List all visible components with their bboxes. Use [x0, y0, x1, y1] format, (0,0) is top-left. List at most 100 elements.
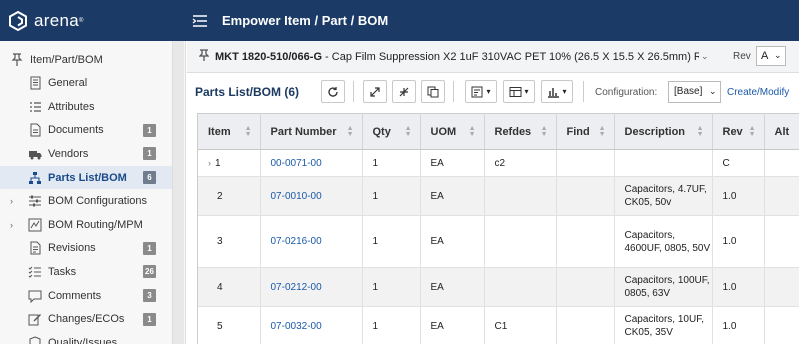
sidebar-item-item-part-bom[interactable]: Item/Part/BOM — [0, 48, 172, 71]
sort-icon[interactable]: ▲ ▼ — [469, 125, 476, 138]
sidebar-item-general[interactable]: General — [0, 72, 172, 95]
table-icon — [509, 86, 522, 97]
sort-icon[interactable]: ▲ ▼ — [245, 125, 252, 138]
sidebar-scrollbar[interactable] — [172, 41, 184, 344]
sidebar-item-label: Quality/Issues — [48, 336, 118, 344]
collapse-all-button[interactable] — [392, 80, 416, 103]
part-number-link[interactable]: 07-0032-00 — [271, 321, 322, 332]
expand-row-icon[interactable]: › — [208, 158, 211, 168]
sidebar-item-parts-list-bom[interactable]: Parts List/BOM 6 — [0, 166, 172, 189]
part-number-link[interactable]: 07-0010-00 — [271, 191, 322, 202]
cell-description — [614, 149, 713, 177]
cell-refdes: c2 — [484, 149, 557, 177]
cell-refdes — [484, 267, 557, 307]
page-title: Empower Item / Part / BOM — [222, 13, 389, 28]
sidebar-item-bom-routing-mpm[interactable]: › BOM Routing/MPM — [0, 213, 172, 236]
rev-label: Rev — [733, 51, 751, 62]
part-number-link[interactable]: 00-0071-00 — [271, 158, 322, 169]
cell-qty: 1 — [362, 176, 421, 216]
collapse-icon — [399, 87, 409, 96]
arena-logo[interactable]: arena ® — [0, 10, 180, 31]
cell-part-number: 07-0010-00 — [260, 176, 363, 216]
sidebar-item-quality-issues[interactable]: Quality/Issues — [0, 331, 172, 344]
cell-qty: 1 — [362, 306, 421, 344]
copy-button[interactable] — [421, 80, 445, 103]
sidebar-item-vendors[interactable]: Vendors 1 — [0, 142, 172, 165]
part-number-link[interactable]: 07-0212-00 — [271, 282, 322, 293]
settings-dropdown-button[interactable]: ▾ — [465, 80, 497, 103]
cell-find — [556, 306, 615, 344]
configuration-value: [Base] — [674, 86, 703, 97]
cell-qty: 1 — [362, 149, 421, 177]
sidebar-item-changes-ecos[interactable]: Changes/ECOs 1 — [0, 308, 172, 331]
comment-icon — [28, 289, 42, 303]
menu-toggle-icon[interactable] — [192, 11, 212, 31]
sort-icon[interactable]: ▲ ▼ — [697, 125, 704, 138]
route-icon — [28, 218, 42, 232]
file-icon — [28, 123, 42, 137]
cell-find — [556, 149, 615, 177]
column-header-label: Rev — [722, 125, 743, 138]
cell-rev: 1.0 — [712, 306, 765, 344]
logo-text: arena — [34, 10, 79, 30]
sidebar-item-label: Vendors — [48, 147, 89, 160]
sort-icon[interactable]: ▲ ▼ — [749, 125, 756, 138]
column-header-uom[interactable]: UOM ▲ ▼ — [420, 113, 485, 150]
column-header-label: Part Number — [270, 125, 337, 138]
sort-icon[interactable]: ▲ ▼ — [541, 125, 548, 138]
sidebar-item-label: Tasks — [48, 265, 77, 278]
tasks-icon — [28, 265, 42, 279]
history-icon — [28, 241, 42, 255]
chevron-right-icon[interactable]: › — [10, 220, 13, 230]
column-header-find[interactable]: Find ▲ ▼ — [556, 113, 615, 150]
column-header-qty[interactable]: Qty ▲ ▼ — [362, 113, 421, 150]
column-header-description[interactable]: Description ▲ ▼ — [614, 113, 713, 150]
expand-all-button[interactable] — [363, 80, 387, 103]
cell-rev: 1.0 — [712, 267, 765, 307]
column-header-item[interactable]: Item ▲ ▼ — [198, 113, 261, 150]
sidebar-item-label: Item/Part/BOM — [30, 53, 103, 66]
cell-item: 2 — [198, 176, 261, 216]
chevron-right-icon[interactable]: › — [10, 196, 13, 206]
cell-part-number: 07-0216-00 — [260, 215, 363, 268]
table-row[interactable]: 4 07-0212-00 1 EA Capacitors, 100UF, 0805, 6… — [198, 267, 799, 307]
rev-select[interactable]: A ⌄ — [756, 46, 786, 66]
rev-select-value: A — [761, 50, 769, 62]
pin-icon[interactable] — [198, 49, 210, 64]
sidebar-item-documents[interactable]: Documents 1 — [0, 119, 172, 142]
table-row[interactable]: › 1 00-0071-00 1 EA c2 C — [198, 149, 799, 177]
sort-icon[interactable]: ▲ ▼ — [405, 125, 412, 138]
column-header-label: Qty — [372, 125, 391, 138]
sidebar-item-revisions[interactable]: Revisions 1 — [0, 237, 172, 260]
column-header-rev[interactable]: Rev ▲ ▼ — [712, 113, 765, 150]
column-header-part-number[interactable]: Part Number ▲ ▼ — [260, 113, 363, 150]
table-row[interactable]: 2 07-0010-00 1 EA Capacitors, 4.7UF, CK05, 5… — [198, 176, 799, 216]
top-bar: arena ® Empower Item / Part / BOM — [0, 0, 799, 41]
table-row[interactable]: 5 07-0032-00 1 EA C1 Capacitors, 10UF, CK05, … — [198, 306, 799, 344]
sidebar-item-attributes[interactable]: Attributes — [0, 95, 172, 118]
bom-grid: Item ▲ ▼ Part Number ▲ ▼ Qty ▲ ▼ UOM ▲ ▼ Refdes ▲ ▼ Fin… — [197, 113, 799, 344]
sort-icon[interactable]: ▲ ▼ — [347, 125, 354, 138]
part-number-link[interactable]: 07-0216-00 — [271, 236, 322, 247]
sidebar-item-comments[interactable]: Comments 3 — [0, 284, 172, 307]
column-header-label: Find — [566, 125, 590, 138]
cell-find — [556, 267, 615, 307]
column-header-refdes[interactable]: Refdes ▲ ▼ — [484, 113, 557, 150]
sort-icon[interactable]: ▲ ▼ — [599, 125, 606, 138]
column-header-alt[interactable]: Alt — [764, 113, 799, 150]
refresh-button[interactable] — [321, 80, 345, 103]
cell-uom: EA — [420, 149, 485, 177]
cell-description: Capacitors, 4.7UF, CK05, 50v — [614, 176, 713, 216]
create-modify-link[interactable]: Create/Modify — [727, 87, 789, 98]
list-icon — [28, 100, 42, 114]
chevron-down-icon[interactable]: ⌄ — [701, 51, 709, 62]
table-row[interactable]: 3 07-0216-00 1 EA Capacitors, 4600UF, 0805, … — [198, 215, 799, 268]
sidebar-item-bom-configurations[interactable]: › BOM Configurations — [0, 190, 172, 213]
sidebar-item-tasks[interactable]: Tasks 26 — [0, 260, 172, 283]
arena-logo-icon — [9, 10, 27, 31]
configuration-select[interactable]: [Base] ⌄ — [668, 81, 721, 103]
columns-dropdown-button[interactable]: ▾ — [503, 80, 535, 103]
chart-dropdown-button[interactable]: ▾ — [541, 80, 573, 103]
cell-uom: EA — [420, 267, 485, 307]
cell-uom: EA — [420, 306, 485, 344]
